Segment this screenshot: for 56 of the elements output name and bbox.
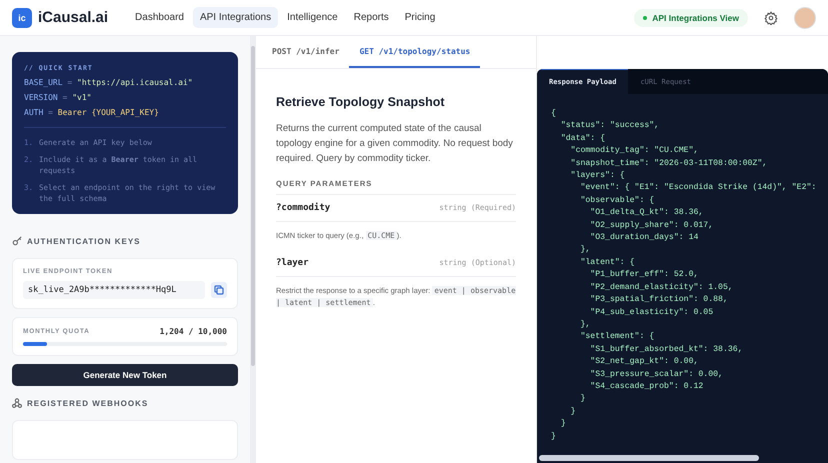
settings-icon[interactable] bbox=[764, 10, 778, 24]
config-line: AUTH = Bearer {YOUR_API_KEY} bbox=[24, 108, 160, 117]
scrollbar-thumb[interactable] bbox=[539, 455, 759, 461]
code-line: "event": { "E1": "Escondida Strike (14d)", "E2": bbox=[579, 182, 818, 194]
endpoint-description: Returns the current computed state of the causal topology engine for a given commodity. No request body required. Query by commodity ticker. bbox=[276, 122, 514, 166]
code-line: "S4_cascade_prob": 0.12 bbox=[589, 380, 704, 393]
nav-link[interactable]: Pricing bbox=[398, 7, 442, 28]
endpoint-tab[interactable]: POST /v1/infer bbox=[262, 36, 350, 68]
code-line: "layers": { bbox=[570, 170, 626, 182]
code-line: "latent": { bbox=[579, 256, 636, 269]
logo-icon: ic bbox=[12, 8, 32, 28]
code-line: "status": "success", bbox=[560, 120, 660, 132]
code-line: "S3_pressure_scalar": 0.00, bbox=[589, 368, 724, 381]
code-line: "O1_delta_Q_kt": 38.36, bbox=[589, 207, 704, 220]
nav-link[interactable]: Intelligence bbox=[280, 7, 345, 28]
code-line: "P3_spatial_friction": 0.88, bbox=[589, 294, 729, 306]
code-line: }, bbox=[579, 244, 592, 256]
scrollbar-thumb[interactable] bbox=[251, 46, 255, 366]
nav-link[interactable]: Reports bbox=[346, 7, 396, 28]
code-line: "P2_demand_elasticity": 1.05, bbox=[589, 282, 734, 294]
code-line: "P1_buffer_eff": 52.0, bbox=[589, 269, 700, 282]
code-line: "O3_duration_days": 14 bbox=[589, 232, 700, 244]
param-name: ?commodity bbox=[276, 202, 330, 213]
code-line: "P4_sub_elasticity": 0.05 bbox=[589, 306, 714, 318]
code-line: } bbox=[570, 406, 577, 418]
nav-link[interactable]: Dashboard bbox=[128, 7, 191, 28]
code-line: "snapshot_time": "2026-03-11T08:00:00Z", bbox=[570, 158, 768, 170]
brand-name: iCausal.ai bbox=[38, 9, 108, 26]
code-line: } bbox=[560, 418, 567, 430]
code-line: "data": { bbox=[560, 132, 606, 145]
endpoint-title: Retrieve Topology Snapshot bbox=[276, 95, 446, 109]
section-heading: AUTHENTICATION KEYS bbox=[27, 236, 141, 246]
param-name: ?layer bbox=[276, 258, 309, 268]
code-line: }, bbox=[579, 318, 592, 331]
code-line: } bbox=[551, 430, 557, 443]
code-line: "S1_buffer_absorbed_kt": 38.36, bbox=[589, 344, 744, 356]
generate-token-button[interactable]: Generate New Token bbox=[12, 364, 238, 386]
copy-icon[interactable] bbox=[211, 282, 227, 298]
code-line: "settlement": { bbox=[579, 331, 656, 344]
code-line: { bbox=[551, 108, 557, 120]
code-line: } bbox=[579, 393, 586, 406]
code-line: "commodity_tag": "CU.CME", bbox=[570, 145, 700, 158]
quota-reading: 1,204 / 10,000 bbox=[160, 327, 227, 336]
endpoint-tab[interactable]: GET /v1/topology/status bbox=[349, 36, 480, 68]
config-line: BASE_URL = "https://api.icausal.ai" bbox=[24, 78, 194, 87]
code-line: "S2_net_gap_kt": 0.00, bbox=[589, 356, 700, 368]
code-line: "O2_supply_share": 0.017, bbox=[589, 220, 714, 232]
webhook-icon bbox=[12, 398, 22, 408]
key-icon bbox=[12, 236, 22, 246]
status-badge: API Integrations View bbox=[634, 8, 748, 26]
avatar-icon[interactable] bbox=[794, 6, 816, 28]
config-line: VERSION = "v1" bbox=[24, 93, 92, 102]
code-line: "observable": { bbox=[579, 194, 656, 207]
nav-link[interactable]: API Integrations bbox=[192, 7, 278, 28]
section-heading: REGISTERED WEBHOOKS bbox=[27, 398, 148, 408]
token-field[interactable]: sk_live_2A9b*************Hq9L bbox=[23, 281, 205, 300]
